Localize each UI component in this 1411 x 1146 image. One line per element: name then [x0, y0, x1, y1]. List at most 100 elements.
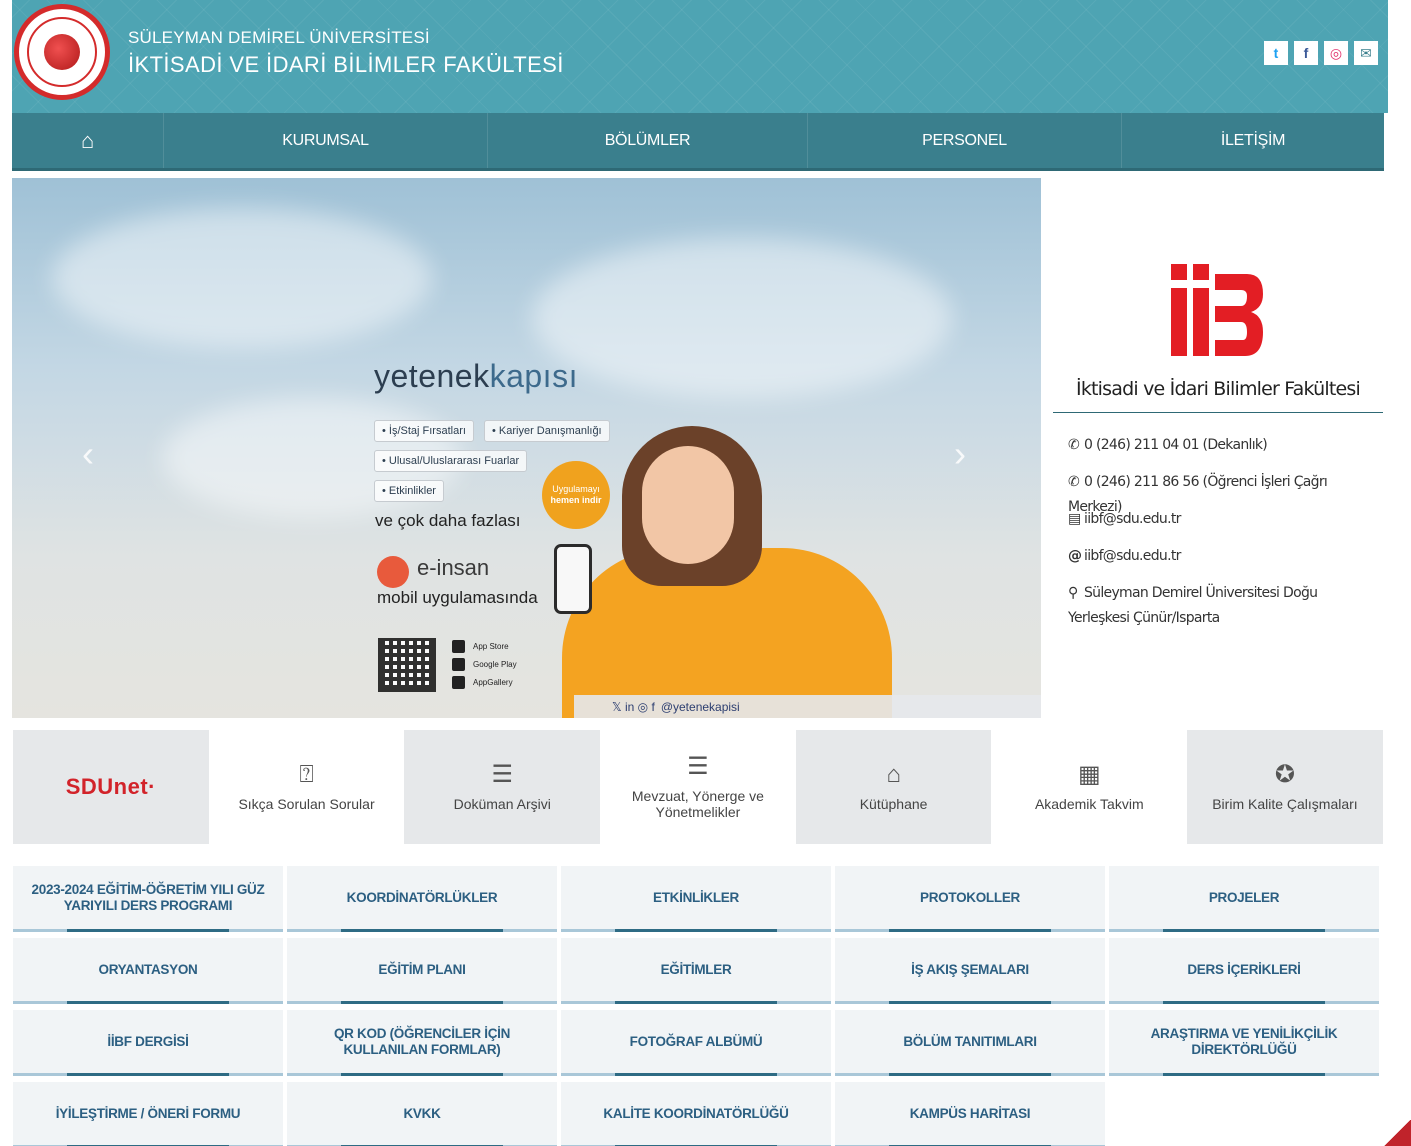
question-icon: ⍰ [299, 761, 314, 788]
store-label: AppGallery [473, 678, 513, 687]
nav-item-iletisim[interactable]: İLETİŞİM [1122, 113, 1384, 168]
sdunet-link[interactable]: SDUnet· [13, 730, 209, 844]
grid-link-iibf-dergisi[interactable]: İİBF DERGİSİ [13, 1010, 283, 1076]
twitter-icon[interactable]: t [1264, 41, 1288, 65]
app-store-icon [452, 640, 465, 653]
grid-link-is-akis-semalari[interactable]: İŞ AKIŞ ŞEMALARI [835, 938, 1105, 1004]
fax-row: ▤ iibf@sdu.edu.tr [1068, 507, 1378, 532]
map-marker-icon: ⚲ [1068, 585, 1078, 601]
email-row: @ iibf@sdu.edu.tr [1068, 544, 1378, 569]
slider-prev-icon[interactable]: ‹ [82, 433, 94, 475]
more-text: ve çok daha fazlası [375, 511, 521, 530]
store-label: App Store [473, 642, 509, 651]
yetenek-kapisi-logo: yetenekkapısı [374, 358, 578, 395]
grid-link-bolum-tanitimlari[interactable]: BÖLÜM TANITIMLARI [835, 1010, 1105, 1076]
grid-link-kampus-haritasi[interactable]: KAMPÜS HARİTASI [835, 1082, 1105, 1146]
grid-link-oryantasyon[interactable]: ORYANTASYON [13, 938, 283, 1004]
document-archive-link[interactable]: ☰ Doküman Arşivi [404, 730, 601, 844]
grid-link-fotograf-albumu[interactable]: FOTOĞRAF ALBÜMÜ [561, 1010, 831, 1076]
brand-sub: kapısı [489, 358, 578, 394]
books-icon: ☰ [687, 753, 709, 780]
link-grid: 2023-2024 EĞİTİM-ÖĞRETİM YILI GÜZ YARIYI… [13, 866, 1381, 1146]
download-badge: Uygulamayı hemen indir [542, 461, 610, 529]
app-gallery-link: AppGallery [452, 676, 513, 689]
faculty-name[interactable]: İKTİSADİ VE İDARİ BİLİMLER FAKÜLTESİ [128, 52, 564, 78]
slide-social-bar: 𝕏 in ◎ f @yetenekapisi [574, 695, 1041, 718]
nav-item-personel[interactable]: PERSONEL [808, 113, 1122, 168]
quality-studies-label: Birim Kalite Çalışmaları [1212, 796, 1358, 812]
grid-link-koordinatorlukler[interactable]: KOORDİNATÖRLÜKLER [287, 866, 557, 932]
e-insan-text: e-insan [417, 555, 490, 580]
academic-calendar-link[interactable]: ▦ Akademik Takvim [991, 730, 1188, 844]
grid-link-protokoller[interactable]: PROTOKOLLER [835, 866, 1105, 932]
social-links: t f ◎ ✉ [1264, 41, 1378, 65]
grid-link-egitimler[interactable]: EĞİTİMLER [561, 938, 831, 1004]
faq-link[interactable]: ⍰ Sıkça Sorulan Sorular [208, 730, 405, 844]
regulations-label: Mevzuat, Yönerge ve Yönetmelikler [631, 788, 764, 820]
social-handle: @yetenekapisi [660, 699, 740, 714]
grid-link-iyilestirme-formu[interactable]: İYİLEŞTİRME / ÖNERİ FORMU [13, 1082, 283, 1146]
quick-links: SDUnet· ⍰ Sıkça Sorulan Sorular ☰ Doküma… [13, 730, 1383, 844]
hero-slider[interactable]: ‹ › yetenekkapısı • İş/Staj Fırsatları •… [12, 178, 1041, 718]
grid-link-projeler[interactable]: PROJELER [1109, 866, 1379, 932]
sdunet-logo: SDUnet· [65, 774, 156, 799]
nav-item-bolumler[interactable]: BÖLÜMLER [488, 113, 808, 168]
social-icons: 𝕏 in ◎ f [612, 699, 655, 714]
fax-icon: ▤ [1068, 511, 1081, 527]
facebook-icon[interactable]: f [1294, 41, 1318, 65]
phone-icon: ✆ [1068, 474, 1080, 490]
feature-pill: • Ulusal/Uluslararası Fuarlar [374, 450, 528, 472]
slider-next-icon[interactable]: › [954, 433, 966, 475]
grid-link-arastirma-direktorlugu[interactable]: ARAŞTIRMA VE YENİLİKÇİLİK DİREKTÖRLÜĞÜ [1109, 1010, 1379, 1076]
library-link[interactable]: ⌂ Kütüphane [795, 730, 992, 844]
instagram-icon[interactable]: ◎ [1324, 41, 1348, 65]
cloud-shape [52, 208, 432, 348]
faculty-info-card: İktisadi ve İdari Bilimler Fakültesi ✆ 0 … [1053, 190, 1383, 706]
phone-dean-text: 0 (246) 211 04 01 (Dekanlık) [1084, 437, 1268, 453]
library-label: Kütüphane [859, 796, 928, 812]
feature-pill: • Etkinlikler [374, 480, 444, 502]
document-archive-label: Doküman Arşivi [453, 796, 551, 812]
e-insan-logo-icon [377, 556, 409, 588]
quality-studies-link[interactable]: ✪ Birim Kalite Çalışmaları [1187, 730, 1383, 844]
cloud-shape [532, 238, 952, 398]
google-play-icon [452, 658, 465, 671]
phone-icon [554, 544, 592, 614]
address-text: Süleyman Demirel Üniversitesi Doğu Yerle… [1068, 585, 1318, 626]
main-nav: ⌂ KURUMSAL BÖLÜMLER PERSONEL İLETİŞİM [12, 113, 1384, 171]
grid-link-ders-icerikleri[interactable]: DERS İÇERİKLERİ [1109, 938, 1379, 1004]
divider [1053, 412, 1383, 413]
grid-link-kvkk[interactable]: KVKK [287, 1082, 557, 1146]
university-name[interactable]: SÜLEYMAN DEMİREL ÜNİVERSİTESİ [128, 28, 430, 48]
university-logo[interactable] [14, 4, 110, 100]
feature-pill: • İş/Staj Fırsatları [374, 420, 474, 442]
nav-item-kurumsal[interactable]: KURUMSAL [164, 113, 488, 168]
store-label: Google Play [473, 660, 517, 669]
google-play-link: Google Play [452, 658, 517, 671]
grid-link-ders-programi[interactable]: 2023-2024 EĞİTİM-ÖĞRETİM YILI GÜZ YARIYI… [13, 866, 283, 932]
mail-icon[interactable]: ✉ [1354, 41, 1378, 65]
email-text[interactable]: iibf@sdu.edu.tr [1084, 548, 1181, 564]
regulations-link[interactable]: ☰ Mevzuat, Yönerge ve Yönetmelikler [600, 730, 796, 844]
grid-empty-cell [1109, 1082, 1379, 1146]
site-header: SÜLEYMAN DEMİREL ÜNİVERSİTESİ İKTİSADİ V… [12, 0, 1388, 113]
home-icon[interactable]: ⌂ [12, 113, 164, 168]
grid-link-etkinlikler[interactable]: ETKİNLİKLER [561, 866, 831, 932]
corner-decoration [1384, 1120, 1411, 1146]
faculty-card-title: İktisadi ve İdari Bilimler Fakültesi [1076, 378, 1361, 400]
grid-link-kalite-koordinatorlugu[interactable]: KALİTE KOORDİNATÖRLÜĞÜ [561, 1082, 831, 1146]
at-icon: @ [1068, 548, 1082, 564]
mobile-text: mobil uygulamasında [377, 588, 538, 607]
phone-dean: ✆ 0 (246) 211 04 01 (Dekanlık) [1068, 433, 1378, 458]
quality-badge-icon: ✪ [1274, 761, 1296, 788]
grid-link-qr-kod[interactable]: QR KOD (ÖĞRENCİLER İÇİN KULLANILAN FORML… [287, 1010, 557, 1076]
fax-text: iibf@sdu.edu.tr [1084, 511, 1181, 527]
document-stack-icon: ☰ [491, 761, 513, 788]
calendar-icon: ▦ [1077, 761, 1101, 788]
app-gallery-icon [452, 676, 465, 689]
iib-logo-icon [1171, 264, 1263, 356]
grid-link-egitim-plani[interactable]: EĞİTİM PLANI [287, 938, 557, 1004]
logo-seal [27, 17, 97, 87]
download-line-1: Uygulamayı [552, 484, 600, 494]
feature-pill: • Kariyer Danışmanlığı [484, 420, 610, 442]
